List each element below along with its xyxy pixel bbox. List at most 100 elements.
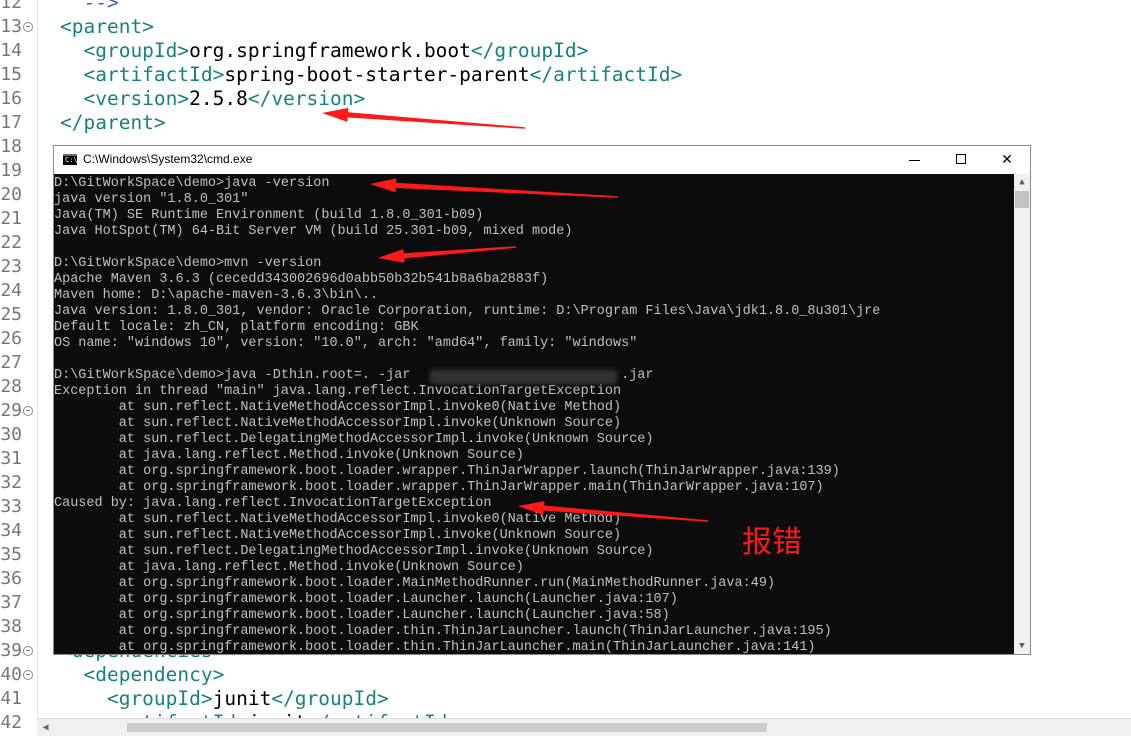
code-token: --> [60, 0, 119, 14]
line-number: 30 [0, 424, 22, 445]
fold-toggle-icon[interactable]: − [23, 670, 33, 680]
line-number: 13 [0, 16, 22, 37]
scroll-up-icon[interactable]: ▲ [1014, 174, 1030, 190]
line-number: 22 [0, 232, 22, 253]
vertical-scroll-thumb[interactable] [1015, 191, 1029, 208]
editor-line: 40− <dependency> [0, 663, 1131, 687]
code-text: <artifactId>spring-boot-starter-parent</… [60, 63, 682, 87]
line-number: 39 [0, 640, 22, 661]
scroll-left-icon[interactable]: ◀ [37, 719, 54, 736]
code-text: <dependency> [60, 663, 224, 687]
line-number: 42 [0, 712, 22, 733]
console-line: OS name: "windows 10", version: "10.0", … [54, 336, 638, 351]
cmd-app-icon-label: C:\ [65, 156, 78, 164]
line-number: 41 [0, 688, 22, 709]
editor-line: 13− <parent> [0, 15, 1131, 39]
console-line: at java.lang.reflect.Method.invoke(Unkno… [54, 560, 524, 575]
line-number: 34 [0, 520, 22, 541]
editor-line: 41 <groupId>junit</groupId> [0, 687, 1131, 711]
console-line: Java HotSpot(TM) 64-Bit Server VM (build… [54, 224, 573, 239]
editor-line: 16 <version>2.5.8</version> [0, 87, 1131, 111]
console-line: at sun.reflect.DelegatingMethodAccessorI… [54, 432, 654, 447]
console-line: at org.springframework.boot.loader.wrapp… [54, 480, 824, 495]
fold-toggle-icon[interactable]: − [23, 406, 33, 416]
code-token: <artifactId> [60, 63, 225, 86]
console-line: Java(TM) SE Runtime Environment (build 1… [54, 208, 484, 223]
code-token: <groupId> [60, 39, 190, 62]
line-number: 20 [0, 184, 22, 205]
minimize-button[interactable] [892, 146, 938, 174]
code-token: </groupId> [470, 39, 589, 62]
line-number: 33 [0, 496, 22, 517]
line-number: 27 [0, 352, 22, 373]
code-text: --> [60, 0, 119, 15]
line-number: 28 [0, 376, 22, 397]
line-number: 21 [0, 208, 22, 229]
close-button[interactable]: ✕ [984, 146, 1030, 174]
console-line: Exception in thread "main" java.lang.ref… [54, 384, 622, 399]
console-line: at sun.reflect.NativeMethodAccessorImpl.… [54, 528, 622, 543]
code-text: <version>2.5.8</version> [60, 87, 365, 111]
editor-line: 17 </parent> [0, 111, 1131, 135]
line-number: 18 [0, 136, 22, 157]
code-text: </parent> [60, 111, 166, 135]
console-line: Java version: 1.8.0_301, vendor: Oracle … [54, 304, 881, 319]
console-line: at sun.reflect.NativeMethodAccessorImpl.… [54, 400, 622, 415]
code-token: <parent> [60, 15, 154, 38]
fold-toggle-icon[interactable]: − [23, 646, 33, 656]
error-annotation-label: 报错 [742, 525, 802, 560]
console-line: at org.springframework.boot.loader.Launc… [54, 592, 678, 607]
console-line: at org.springframework.boot.loader.MainM… [54, 576, 776, 591]
cmd-window[interactable]: C:\ C:\Windows\System32\cmd.exe ✕ D:\Git… [53, 145, 1031, 655]
console-line: Default locale: zh_CN, platform encoding… [54, 320, 419, 335]
console-line: java version "1.8.0_301" [54, 192, 249, 207]
maximize-icon [956, 154, 966, 164]
code-token: <groupId> [60, 687, 213, 710]
line-number: 37 [0, 592, 22, 613]
console-line: at org.springframework.boot.loader.thin.… [54, 640, 816, 654]
console-line: at org.springframework.boot.loader.Launc… [54, 608, 670, 623]
console-line: D:\GitWorkSpace\demo>java -version [54, 176, 330, 191]
line-number: 31 [0, 448, 22, 469]
console-line: at org.springframework.boot.loader.wrapp… [54, 464, 840, 479]
line-number: 40 [0, 664, 22, 685]
fold-toggle-icon[interactable]: − [23, 22, 33, 32]
redacted-filename [430, 370, 617, 384]
line-number: 23 [0, 256, 22, 277]
horizontal-scroll-thumb[interactable] [127, 723, 767, 732]
line-number: 12 [0, 0, 22, 13]
code-token: spring-boot-starter-parent [224, 63, 530, 86]
console-line: at sun.reflect.NativeMethodAccessorImpl.… [54, 512, 622, 527]
line-number: 38 [0, 616, 22, 637]
console-line: at sun.reflect.NativeMethodAccessorImpl.… [54, 416, 622, 431]
cmd-app-icon: C:\ [63, 154, 78, 165]
code-token: </groupId> [271, 687, 389, 710]
code-token: <dependency> [60, 663, 225, 686]
line-number: 19 [0, 160, 22, 181]
console-line: at org.springframework.boot.loader.thin.… [54, 624, 832, 639]
cmd-window-title: C:\Windows\System32\cmd.exe [83, 152, 253, 166]
console-line: Apache Maven 3.6.3 (cecedd343002696d0abb… [54, 272, 549, 287]
code-text: <groupId>junit</groupId> [60, 687, 389, 711]
line-number: 14 [0, 40, 22, 61]
line-number: 15 [0, 64, 22, 85]
scroll-down-icon[interactable]: ▼ [1014, 638, 1030, 654]
line-number: 26 [0, 328, 22, 349]
editor-line: 12 --> [0, 0, 1131, 15]
line-number: 16 [0, 88, 22, 109]
cmd-title-bar[interactable]: C:\ C:\Windows\System32\cmd.exe ✕ [54, 146, 1030, 174]
line-number: 32 [0, 472, 22, 493]
vertical-scrollbar[interactable]: ▲ ▼ [1014, 174, 1030, 654]
code-token: <version> [60, 87, 190, 110]
horizontal-scrollbar[interactable]: ◀ [37, 718, 1131, 736]
code-token: </version> [247, 87, 366, 110]
close-icon: ✕ [1001, 152, 1013, 168]
console-line: at java.lang.reflect.Method.invoke(Unkno… [54, 448, 524, 463]
maximize-button[interactable] [938, 146, 984, 174]
line-number: 25 [0, 304, 22, 325]
line-number: 29 [0, 400, 22, 421]
cmd-console[interactable]: D:\GitWorkSpace\demo>java -version java v… [54, 174, 1014, 654]
line-number: 24 [0, 280, 22, 301]
line-number: 35 [0, 544, 22, 565]
console-line: Maven home: D:\apache-maven-3.6.3\bin\.. [54, 288, 379, 303]
